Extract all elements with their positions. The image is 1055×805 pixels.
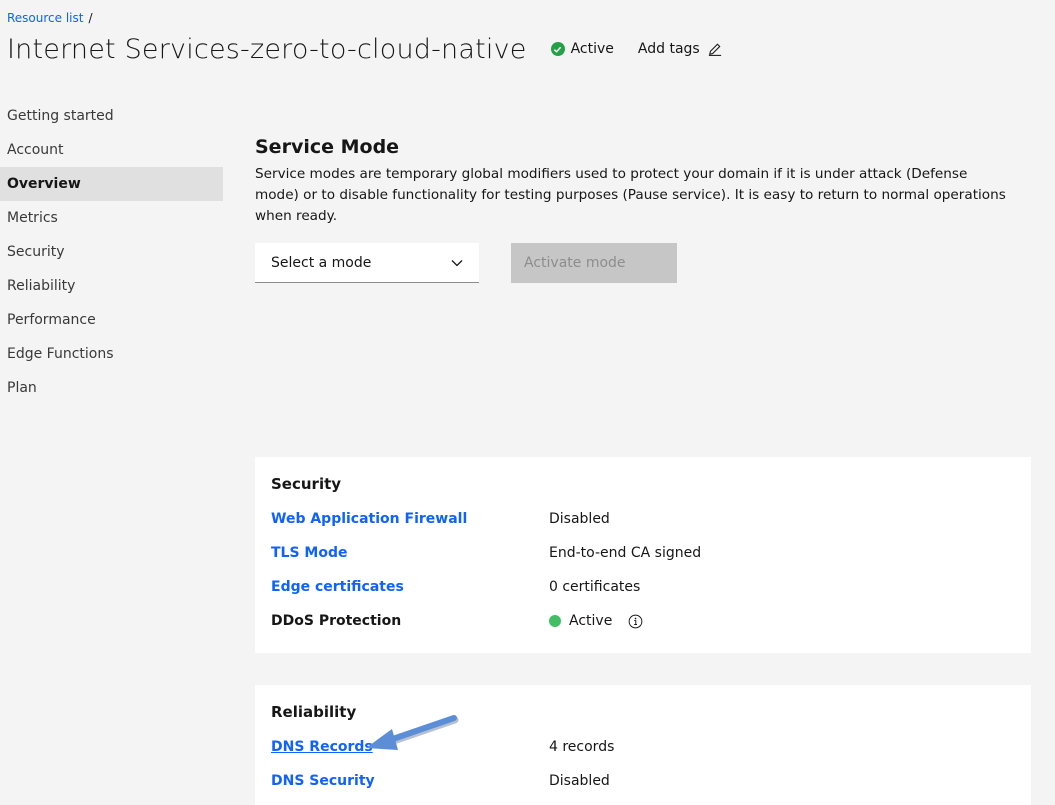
sidebar-item-account[interactable]: Account <box>0 133 223 167</box>
check-circle-icon <box>550 42 565 56</box>
breadcrumb-resource-list-link[interactable]: Resource list <box>7 11 83 25</box>
web-application-firewall-link[interactable]: Web Application Firewall <box>271 502 549 536</box>
breadcrumb-separator: / <box>88 11 93 25</box>
tls-mode-value: End-to-end CA signed <box>549 545 702 561</box>
info-icon[interactable] <box>628 614 643 629</box>
service-mode-title: Service Mode <box>255 136 400 158</box>
web-application-firewall-value: Disabled <box>549 511 610 527</box>
table-row: DDoS Protection Active <box>271 604 1015 638</box>
activate-mode-button[interactable]: Activate mode <box>511 243 677 283</box>
sidebar-item-getting-started[interactable]: Getting started <box>0 99 223 133</box>
mode-select-value: Select a mode <box>271 254 372 271</box>
add-tags-label: Add tags <box>637 41 700 57</box>
mode-select[interactable]: Select a mode <box>255 243 479 283</box>
ddos-protection-value: Active <box>569 613 613 629</box>
status-badge: Active <box>550 41 614 57</box>
annotation-arrow <box>366 715 459 750</box>
dns-records-value: 4 records <box>549 739 615 755</box>
page-title: Internet Services-zero-to-cloud-native <box>7 33 527 65</box>
page-header: Internet Services-zero-to-cloud-native A… <box>7 31 722 67</box>
active-status-dot <box>549 615 561 627</box>
service-mode-controls: Select a mode Activate mode <box>255 243 1015 283</box>
sidebar-item-metrics[interactable]: Metrics <box>0 201 223 235</box>
edge-certificates-value: 0 certificates <box>549 579 641 595</box>
sidebar-item-plan[interactable]: Plan <box>0 371 223 405</box>
service-mode-section: Service Mode Service modes are temporary… <box>255 135 1015 283</box>
status-label: Active <box>570 41 614 57</box>
table-row: Edge certificates 0 certificates <box>271 570 1015 604</box>
dns-security-link[interactable]: DNS Security <box>271 764 549 798</box>
dns-security-value: Disabled <box>549 773 610 789</box>
table-row: Web Application Firewall Disabled <box>271 502 1015 536</box>
table-row: TLS Mode End-to-end CA signed <box>271 536 1015 570</box>
table-row: DNS Security Disabled <box>271 764 1015 798</box>
side-nav: Getting started Account Overview Metrics… <box>0 99 223 405</box>
sidebar-item-edge-functions[interactable]: Edge Functions <box>0 337 223 371</box>
service-mode-description: Service modes are temporary global modif… <box>255 166 1006 224</box>
sidebar-item-reliability[interactable]: Reliability <box>0 269 223 303</box>
ddos-protection-status: Active <box>549 604 643 638</box>
add-tags-button[interactable]: Add tags <box>638 41 722 57</box>
tls-mode-link[interactable]: TLS Mode <box>271 536 549 570</box>
breadcrumb: Resource list / <box>7 11 93 25</box>
security-card: Security Web Application Firewall Disabl… <box>255 457 1031 653</box>
sidebar-item-security[interactable]: Security <box>0 235 223 269</box>
edge-certificates-link[interactable]: Edge certificates <box>271 570 549 604</box>
edit-icon <box>708 42 722 56</box>
chevron-down-icon <box>451 259 463 267</box>
security-card-title: Security <box>271 475 342 493</box>
sidebar-item-overview[interactable]: Overview <box>0 167 223 201</box>
ddos-protection-label: DDoS Protection <box>271 613 402 629</box>
sidebar-item-performance[interactable]: Performance <box>0 303 223 337</box>
